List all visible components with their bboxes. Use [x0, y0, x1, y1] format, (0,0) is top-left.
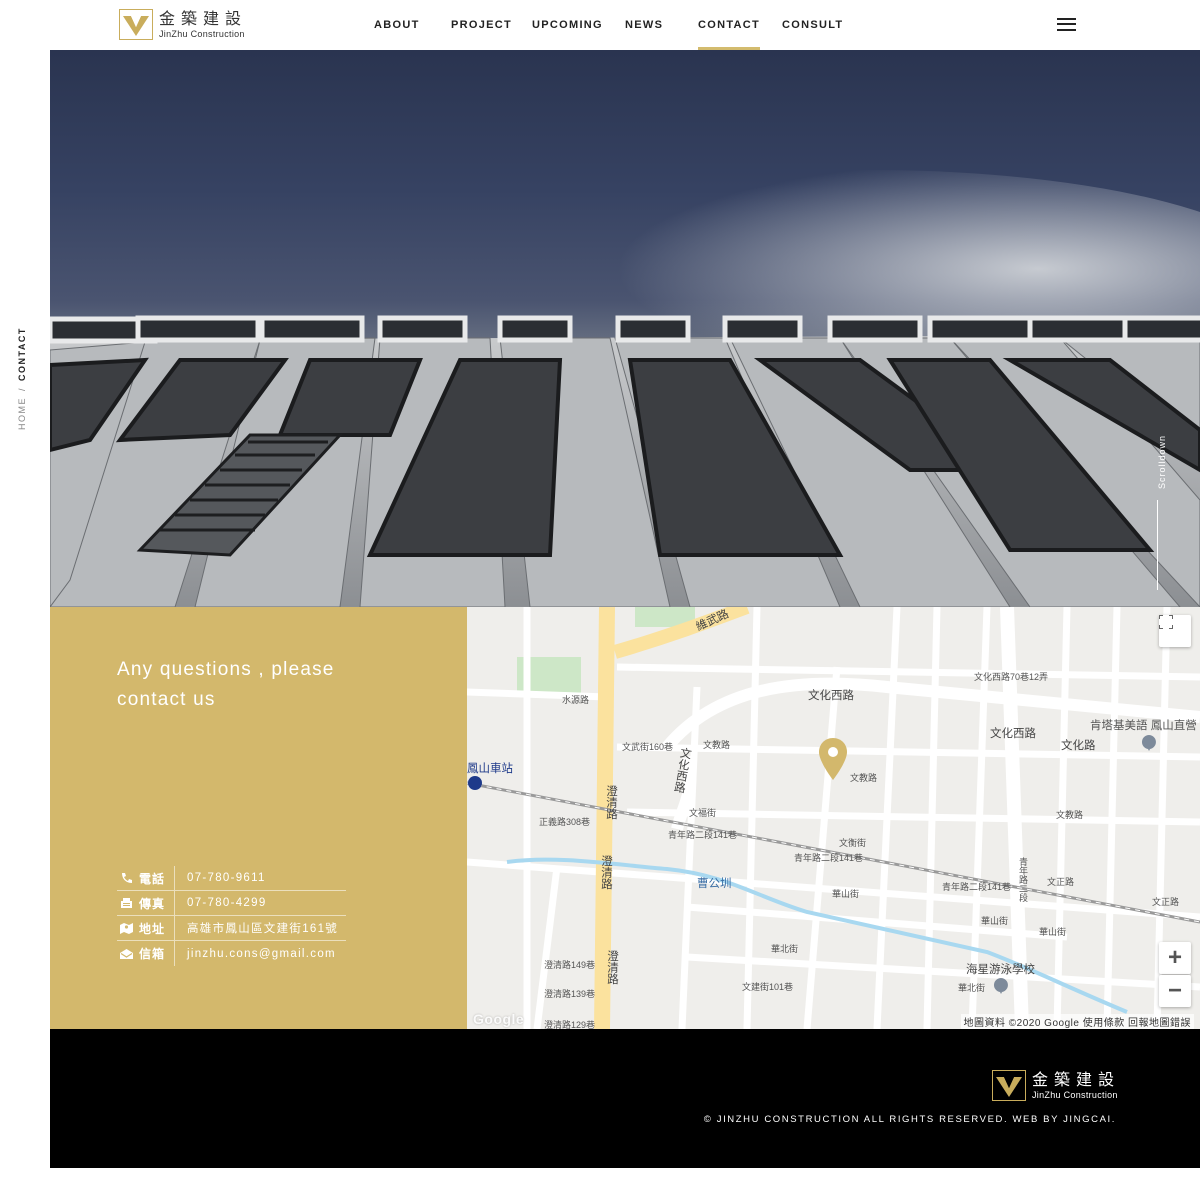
- map-zoom-in-button[interactable]: +: [1159, 942, 1191, 974]
- logo-mark-icon: [119, 9, 153, 40]
- contact-row-fax: 傳真 07-780-4299: [117, 891, 346, 916]
- map-label-wenheng: 文衡街: [839, 838, 867, 848]
- map-label-wenjiao2: 文教路: [850, 773, 878, 783]
- map-label-huabei: 華北街: [771, 944, 799, 954]
- footer-logo-name-en: JinZhu Construction: [1032, 1089, 1118, 1100]
- fax-icon: [120, 897, 133, 909]
- map-label-huashan3: 華山街: [1039, 927, 1067, 937]
- contact-info-table: 電話 07-780-9611 傳真 07-780-4299 地址 高雄市鳳山區文…: [117, 866, 346, 966]
- map-label-caogongzhen: 曹公圳: [697, 878, 732, 890]
- building-facade-illustration: [50, 170, 1200, 607]
- map-label-school: 海星游泳學校: [966, 964, 1035, 976]
- nav-upcoming[interactable]: UPCOMING: [532, 19, 603, 31]
- contact-label-address: 地址: [117, 916, 175, 940]
- map-label-qingnian2: 青年路二段141巷: [794, 853, 864, 863]
- map-label-chengqing-149: 澄清路149巷: [544, 960, 596, 970]
- logo-name-en: JinZhu Construction: [159, 28, 245, 39]
- map-label-chengqing-v3: 澄清路: [606, 950, 618, 985]
- nav-contact[interactable]: CONTACT: [698, 19, 761, 50]
- contact-heading: Any questions , please contact us: [117, 659, 335, 710]
- map-label-huashan: 華山街: [832, 889, 860, 899]
- contact-fax-value: 07-780-4299: [187, 897, 267, 909]
- contact-label-text: 電話: [139, 871, 166, 886]
- footer-logo[interactable]: 金築建設 JinZhu Construction: [992, 1070, 1120, 1101]
- nav-about[interactable]: ABOUT: [374, 19, 420, 31]
- map-label-wenhua-rd: 文化路: [1061, 740, 1096, 752]
- hero-image: Scrolldown: [50, 50, 1200, 607]
- scrolldown-line: [1157, 500, 1158, 590]
- contact-row-address: 地址 高雄市鳳山區文建街161號: [117, 916, 346, 941]
- scrolldown-label[interactable]: Scrolldown: [1157, 435, 1167, 489]
- mail-icon: [120, 948, 133, 960]
- map-label-qingnian: 青年路二段141巷: [668, 830, 738, 840]
- map-label-wenjian-101: 文建街101巷: [742, 982, 794, 992]
- logo-name-cn: 金築建設: [159, 8, 248, 28]
- nav-consult[interactable]: CONSULT: [782, 19, 843, 31]
- map-label-huashan2: 華山街: [981, 916, 1009, 926]
- site-footer: 金築建設 JinZhu Construction © JINZHU CONSTR…: [50, 1029, 1200, 1168]
- map-label-chengqing-v: 澄清路: [605, 785, 617, 820]
- map-label-shuiyuan: 水源路: [562, 695, 590, 705]
- contact-row-phone: 電話 07-780-9611: [117, 866, 346, 891]
- contact-label-text: 地址: [139, 921, 166, 936]
- map-label-zhengyi: 正義路308巷: [539, 817, 591, 827]
- map-label-qingnian-v: 青年路二段: [1018, 857, 1028, 902]
- breadcrumb-separator: /: [17, 386, 27, 391]
- map-label-wenjiao3: 文教路: [1056, 810, 1084, 820]
- footer-logo-name-cn: 金築建設: [1032, 1069, 1121, 1089]
- map-label-wenzheng: 文正路: [1047, 877, 1075, 887]
- map-label-wenjiao: 文教路: [703, 740, 731, 750]
- nav-project[interactable]: PROJECT: [451, 19, 512, 31]
- map-label-qingnian3: 青年路二段141巷: [942, 882, 1012, 892]
- contact-row-email: 信箱 jinzhu.cons@gmail.com: [117, 941, 346, 966]
- phone-icon: [120, 872, 133, 884]
- map-label-wenhua-w2: 文化西路: [990, 728, 1036, 740]
- map-icon: [120, 922, 133, 934]
- contact-label-text: 信箱: [139, 947, 166, 961]
- nav-news[interactable]: NEWS: [625, 19, 663, 31]
- map-zoom-out-button[interactable]: −: [1159, 975, 1191, 1007]
- map-attribution[interactable]: 地圖資料 ©2020 Google 使用條款 回報地圖錯誤: [960, 1014, 1194, 1029]
- breadcrumb-current: CONTACT: [17, 327, 27, 381]
- footer-logo-text: 金築建設 JinZhu Construction: [1032, 1069, 1121, 1100]
- logo-text: 金築建設 JinZhu Construction: [159, 8, 248, 39]
- contact-address-value: 高雄市鳳山區文建街161號: [187, 923, 339, 935]
- fullscreen-icon[interactable]: [1159, 615, 1191, 647]
- contact-panel: Any questions , please contact us 電話 07-…: [50, 607, 467, 1029]
- footer-logo-mark-icon: [992, 1070, 1026, 1101]
- contact-phone-value[interactable]: 07-780-9611: [175, 872, 266, 884]
- contact-label-phone: 電話: [117, 866, 175, 890]
- contact-label-text: 傳真: [139, 896, 166, 911]
- google-logo: Google: [473, 1011, 525, 1027]
- contact-label-email: 信箱: [117, 941, 175, 966]
- site-logo[interactable]: 金築建設 JinZhu Construction: [119, 9, 247, 40]
- map-label-huabei2: 華北街: [958, 983, 986, 993]
- contact-email-value[interactable]: jinzhu.cons@gmail.com: [175, 948, 336, 960]
- map-label-station: 鳳山車站: [467, 763, 513, 775]
- map-label-wenfu: 文福街: [689, 808, 717, 818]
- breadcrumb: HOME / CONTACT: [17, 327, 27, 430]
- site-header: 金築建設 JinZhu Construction ABOUT PROJECT U…: [0, 0, 1200, 50]
- map-label-chengqing-129: 澄清路129巷: [544, 1020, 596, 1029]
- left-rail: HOME / CONTACT: [0, 50, 50, 1204]
- contact-label-fax: 傳真: [117, 891, 175, 915]
- map-label-chengqing-v2: 澄清路: [600, 855, 612, 890]
- breadcrumb-home[interactable]: HOME: [17, 397, 27, 430]
- map-label-chengqing-139: 澄清路139巷: [544, 989, 596, 999]
- copyright-text: © JINZHU CONSTRUCTION ALL RIGHTS RESERVE…: [703, 1114, 1116, 1125]
- map-label-wenhua-w1: 文化西路: [808, 690, 854, 702]
- map-label-english-school: 肯塔基美語 鳳山直營: [1090, 720, 1197, 732]
- map-label-wenzheng2: 文正路: [1152, 897, 1180, 907]
- hamburger-menu-icon[interactable]: [1057, 17, 1076, 32]
- map-label-wenhua-70: 文化西路70巷12弄: [974, 672, 1049, 682]
- google-map[interactable]: 文化西路 文化西路 文化路 文教路 文教路 文教路 文福街 文武街160巷 文化…: [467, 607, 1200, 1029]
- map-label-wenwu: 文武街160巷: [622, 742, 674, 752]
